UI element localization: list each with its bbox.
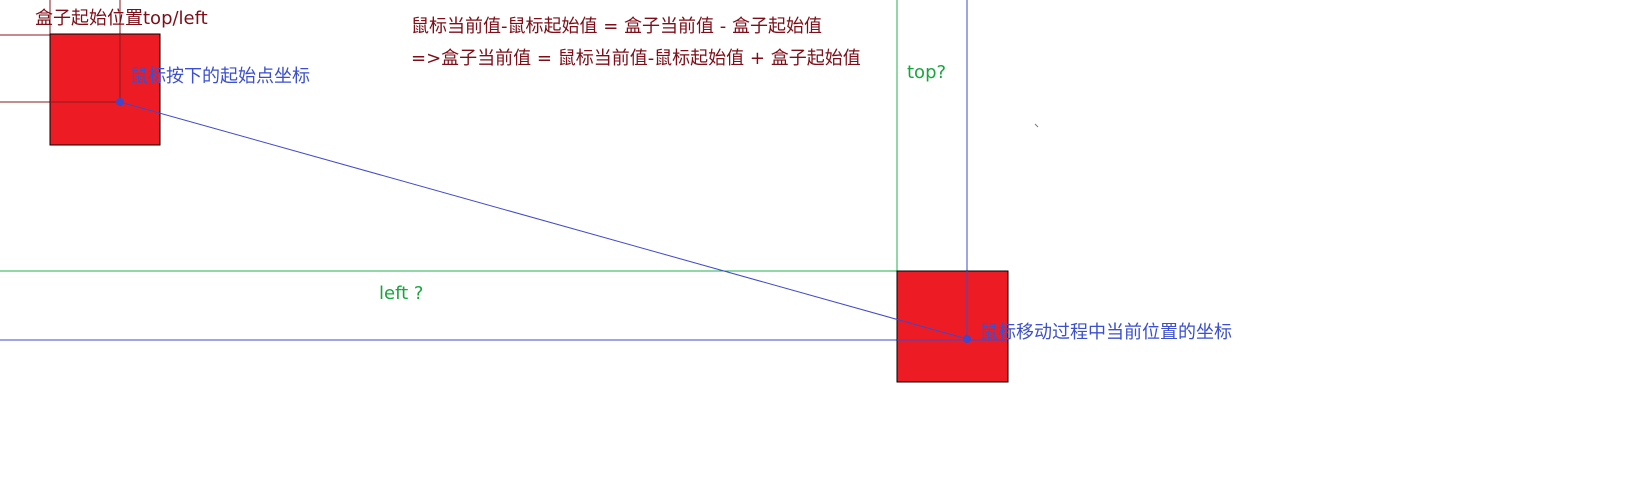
stray-mark [1034,123,1039,128]
mouse-start-point-label: 鼠标按下的起始点坐标 [130,66,310,87]
formula-line-2: =>盒子当前值 = 鼠标当前值-鼠标起始值 + 盒子起始值 [411,48,861,69]
start-position-label: 盒子起始位置top/left [35,8,208,29]
top-question-label: top? [907,62,947,83]
left-question-label: left ? [379,283,424,304]
formula-line-1: 鼠标当前值-鼠标起始值 = 盒子当前值 - 盒子起始值 [411,16,822,37]
mouse-start-point [116,98,124,106]
mouse-current-point-label: 鼠标移动过程中当前位置的坐标 [980,322,1232,343]
start-box [49,33,161,146]
mouse-current-point [963,335,971,343]
mouse-move-path [119,101,968,340]
